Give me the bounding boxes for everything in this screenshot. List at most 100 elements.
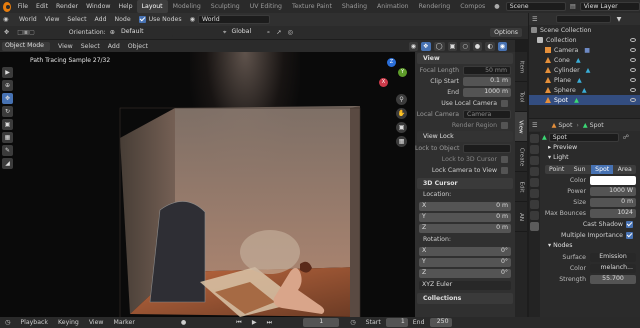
world-datablock[interactable]: World: [197, 15, 270, 24]
3d-cursor-header[interactable]: 3D Cursor: [417, 178, 513, 189]
sidebar-tab-an[interactable]: AN: [515, 202, 527, 232]
jump-end-icon[interactable]: ⏭: [262, 319, 278, 327]
surface-field[interactable]: Emission: [590, 252, 636, 262]
lock-camera-view-checkbox[interactable]: [501, 166, 508, 174]
outliner-filter-search[interactable]: [555, 15, 611, 23]
transform-orientation-select[interactable]: Global: [228, 28, 259, 37]
viewport-object-menu[interactable]: Object: [124, 43, 152, 50]
cursor-loc-y-field[interactable]: Y 0 m: [419, 212, 511, 222]
annotate-tool-icon[interactable]: ✎: [2, 145, 13, 156]
transform-tool-icon-2[interactable]: ▦: [2, 132, 13, 143]
scene-selector[interactable]: Scene: [505, 2, 566, 11]
menu-file[interactable]: File: [14, 3, 32, 10]
tab-texture-paint[interactable]: Texture Paint: [287, 0, 337, 13]
start-frame-field[interactable]: 1: [385, 318, 408, 327]
current-frame-field[interactable]: 1: [303, 318, 340, 327]
light-type-area[interactable]: Area: [613, 164, 637, 174]
sidebar-tab-view[interactable]: View: [515, 112, 527, 142]
tab-shading[interactable]: Shading: [337, 0, 372, 13]
light-color-swatch[interactable]: [590, 175, 636, 185]
outliner-item-plane[interactable]: Plane ▲: [529, 75, 640, 85]
tool-properties-tab[interactable]: [530, 134, 539, 143]
object-properties-tab[interactable]: [530, 200, 539, 209]
mode-toggle-icons[interactable]: □▣▢: [17, 29, 35, 36]
outliner-item-spot[interactable]: Spot ▲: [529, 95, 640, 105]
fake-user-icon[interactable]: ☍: [623, 134, 629, 141]
menu-help[interactable]: Help: [114, 3, 136, 10]
visibility-eye-icon[interactable]: [630, 38, 636, 42]
material-shading-icon[interactable]: ◐: [485, 42, 495, 51]
world-properties-tab[interactable]: [530, 189, 539, 198]
light-type-point[interactable]: Point: [545, 164, 569, 174]
visibility-eye-icon[interactable]: [630, 88, 636, 92]
options-button[interactable]: Options: [490, 28, 522, 37]
power-field[interactable]: 1000 W: [590, 186, 636, 196]
visibility-eye-icon[interactable]: [630, 48, 636, 52]
wireframe-shading-icon[interactable]: ○: [460, 42, 470, 51]
tab-modeling[interactable]: Modeling: [168, 0, 206, 13]
scale-tool-icon[interactable]: ▣: [2, 119, 13, 130]
header-view[interactable]: View: [41, 16, 64, 23]
rotation-mode-select[interactable]: XYZ Euler: [419, 281, 511, 290]
tab-layout[interactable]: Layout: [136, 0, 168, 13]
select-box-tool-icon[interactable]: ▶: [2, 67, 13, 78]
perspective-toggle-icon[interactable]: ▦: [396, 136, 407, 147]
render-properties-tab[interactable]: [530, 145, 539, 154]
light-type-spot[interactable]: Spot: [590, 164, 614, 174]
timeline-editor-icon[interactable]: ◷: [0, 319, 15, 326]
outliner-collection[interactable]: Collection: [529, 35, 640, 45]
transform-tool-icon[interactable]: ✥: [4, 29, 9, 36]
clip-end-field[interactable]: 1000 m: [463, 87, 511, 97]
menu-window[interactable]: Window: [82, 3, 114, 10]
object-mode-select[interactable]: Object Mode: [2, 41, 50, 51]
3d-viewport[interactable]: Path Tracing Sample 27/32 ▶ ⊕ ✥ ↻ ▣ ▦ ✎ …: [0, 52, 415, 317]
light-type-sun[interactable]: Sun: [568, 164, 591, 174]
output-properties-tab[interactable]: [530, 156, 539, 165]
max-bounces-field[interactable]: 1024: [590, 208, 636, 218]
sidebar-tab-create[interactable]: Create: [515, 142, 527, 172]
gizmo-toggle-icon[interactable]: ❖: [421, 42, 431, 51]
node-color-field[interactable]: melanch...: [590, 263, 636, 273]
tab-compositing[interactable]: Compos: [455, 0, 490, 13]
properties-editor-icon[interactable]: ☰: [532, 122, 538, 129]
light-datablock-field[interactable]: Spot: [548, 133, 619, 142]
light-section[interactable]: ▾ Light: [542, 153, 639, 163]
gizmo-x-axis[interactable]: X: [379, 78, 388, 87]
preview-section[interactable]: ▸ Preview: [542, 143, 639, 153]
multiple-importance-checkbox[interactable]: [626, 231, 633, 239]
move-tool-icon[interactable]: ✥: [2, 93, 13, 104]
camera-view-icon[interactable]: ▣: [396, 122, 407, 133]
outliner-item-cone[interactable]: Cone ▲: [529, 55, 640, 65]
navigation-gizmo[interactable]: Z Y X: [376, 58, 408, 90]
snap-icon[interactable]: ➚: [276, 29, 281, 36]
playback-menu[interactable]: Playback: [15, 319, 53, 326]
outliner-item-cylinder[interactable]: Cylinder ▲: [529, 65, 640, 75]
view-panel-header[interactable]: View: [417, 53, 513, 64]
size-field[interactable]: 0 m: [590, 197, 636, 207]
cursor-loc-z-field[interactable]: Z 0 m: [419, 223, 511, 233]
play-icon[interactable]: ▶: [247, 319, 262, 326]
use-local-camera-checkbox[interactable]: [501, 99, 508, 107]
timeline-view-menu[interactable]: View: [84, 319, 109, 326]
outliner-item-camera[interactable]: Camera ■: [529, 45, 640, 55]
scene-properties-tab[interactable]: [530, 178, 539, 187]
view-layer-selector[interactable]: View Layer: [579, 2, 640, 11]
outliner-item-sphere[interactable]: Sphere ▲: [529, 85, 640, 95]
cursor-loc-x-field[interactable]: X 0 m: [419, 201, 511, 211]
outliner-scene-collection[interactable]: Scene Collection: [529, 25, 640, 35]
lock-to-object-field[interactable]: [463, 143, 511, 153]
focal-length-field[interactable]: 50 mm: [463, 65, 511, 75]
rotate-tool-icon[interactable]: ↻: [2, 106, 13, 117]
sidebar-tab-edit[interactable]: Edit: [515, 172, 527, 202]
proportional-edit-icon[interactable]: ◎: [288, 29, 293, 36]
header-add[interactable]: Add: [91, 16, 111, 23]
outliner-filter-icon[interactable]: ▼: [617, 16, 622, 23]
render-region-checkbox[interactable]: [501, 121, 508, 129]
view-lock-header[interactable]: View Lock: [417, 131, 513, 142]
solid-shading-icon[interactable]: ●: [472, 42, 483, 51]
collections-header[interactable]: Collections: [417, 293, 513, 304]
outliner-editor-icon[interactable]: ☰: [532, 16, 538, 23]
tab-uv-editing[interactable]: UV Editing: [245, 0, 287, 13]
gizmo-y-axis[interactable]: Y: [398, 68, 407, 77]
visibility-icon[interactable]: ◉: [408, 42, 419, 51]
